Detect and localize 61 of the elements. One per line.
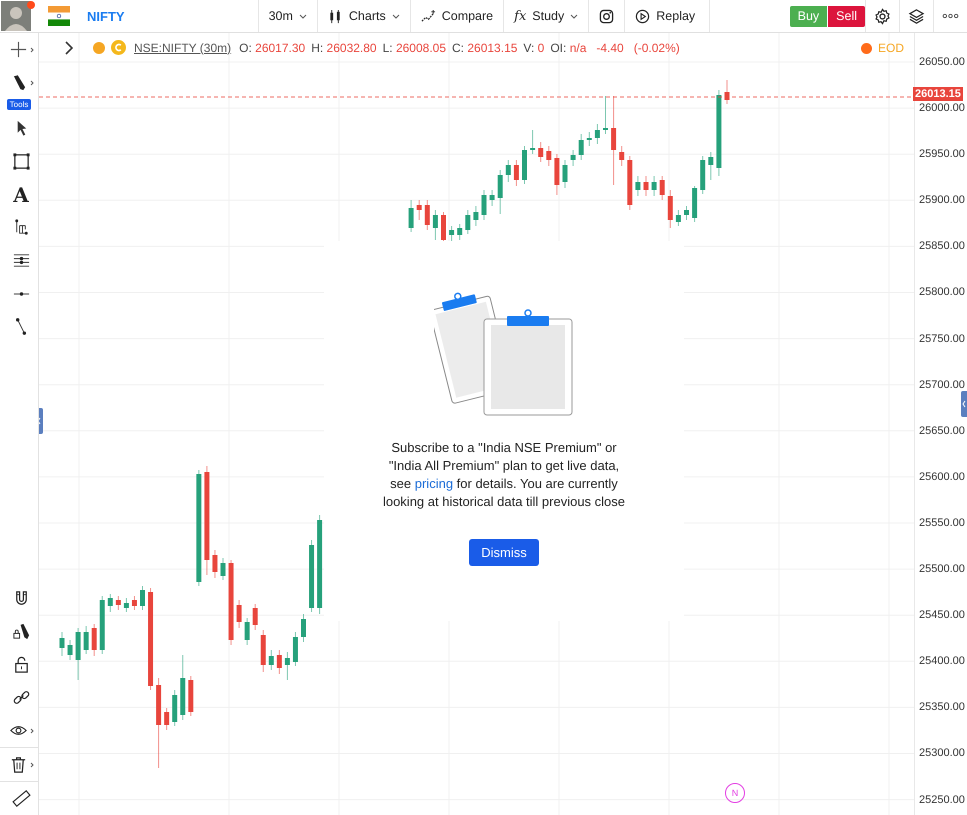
- crosshair-icon: [8, 40, 28, 59]
- chevron-icon: [30, 80, 34, 86]
- dismiss-button[interactable]: Dismiss: [469, 539, 539, 566]
- caret-icon: [570, 14, 578, 18]
- ohlc-value: OI: n/a: [550, 40, 586, 54]
- rectangle-icon: [12, 152, 30, 171]
- ohlc-value: L: 26008.05: [382, 40, 446, 54]
- ohlc-value: C: 26013.15: [452, 40, 518, 54]
- price-axis-label: 25300.00: [918, 746, 966, 760]
- symbol-name[interactable]: NIFTY: [87, 8, 125, 24]
- chevron-icon: [30, 46, 34, 52]
- price-axis-label: 26050.00: [918, 55, 966, 69]
- ohlc-value: O: 26017.30: [239, 40, 306, 54]
- chevron-icon: [30, 728, 34, 734]
- price-axis-label: 25400.00: [918, 654, 966, 668]
- coin-icon: [111, 40, 126, 55]
- price-axis-label: 25500.00: [918, 562, 966, 576]
- collapse-handle-icon[interactable]: [961, 391, 967, 417]
- caret-icon: [392, 14, 400, 18]
- link-icon: [12, 688, 30, 707]
- price-axis-label: 25750.00: [918, 332, 966, 346]
- symbol-label[interactable]: NSE:NIFTY (30m): [134, 40, 232, 54]
- price-axis-label: 25950.00: [918, 147, 966, 162]
- price-axis-label: 25600.00: [918, 470, 966, 484]
- change-percent: (-0.02%): [634, 40, 680, 54]
- status-dot-icon: [93, 42, 105, 54]
- chevron-icon[interactable]: [65, 40, 73, 54]
- replay-button[interactable]: Replay: [624, 0, 710, 32]
- camera-icon: [599, 8, 614, 24]
- price-axis-label: 25700.00: [918, 378, 966, 392]
- layers-icon: [908, 8, 925, 24]
- price-axis-label: 25650.00: [918, 424, 966, 438]
- last-price-tag: 26013.15: [913, 87, 963, 101]
- tools-badge: Tools: [6, 99, 32, 110]
- caret-icon: [298, 14, 307, 18]
- pricing-link[interactable]: pricing: [414, 476, 454, 491]
- status-label: EOD: [878, 41, 904, 55]
- price-axis-label: 25900.00: [918, 193, 966, 208]
- change-value: -4.40: [596, 40, 624, 54]
- price-axis-label: 25550.00: [918, 516, 966, 530]
- price-axis-label: 25850.00: [918, 239, 966, 254]
- price-axis-label: 25250.00: [918, 792, 966, 806]
- line-chart-icon: [420, 8, 436, 24]
- text-tool[interactable]: A: [1, 178, 37, 211]
- subscription-message: Subscribe to a "India NSE Premium" or "India All Premium" plan to get live data, see pricing for details. You are currently looking at historical data till previous close: [382, 439, 626, 511]
- price-axis-label: 25350.00: [918, 700, 966, 714]
- horizontal-line-icon: [12, 292, 30, 296]
- settings-icon: [874, 8, 891, 24]
- lock-pencil-icon: [12, 622, 30, 641]
- price-axis-label: 25800.00: [918, 285, 966, 300]
- more-icon: [942, 13, 959, 19]
- flag-icon: [48, 6, 70, 26]
- price-axis-label: 26000.00: [918, 101, 966, 116]
- ohlc-value: H: 26032.80: [311, 40, 377, 54]
- chevron-icon: [30, 762, 34, 768]
- price-axis-label: 25450.00: [918, 608, 966, 622]
- ruler-icon: [12, 789, 30, 808]
- status-dot-icon: [860, 42, 872, 54]
- play-icon: [635, 8, 650, 24]
- sell-button[interactable]: Sell: [828, 6, 865, 26]
- ohlc-value: V: 0: [523, 40, 544, 54]
